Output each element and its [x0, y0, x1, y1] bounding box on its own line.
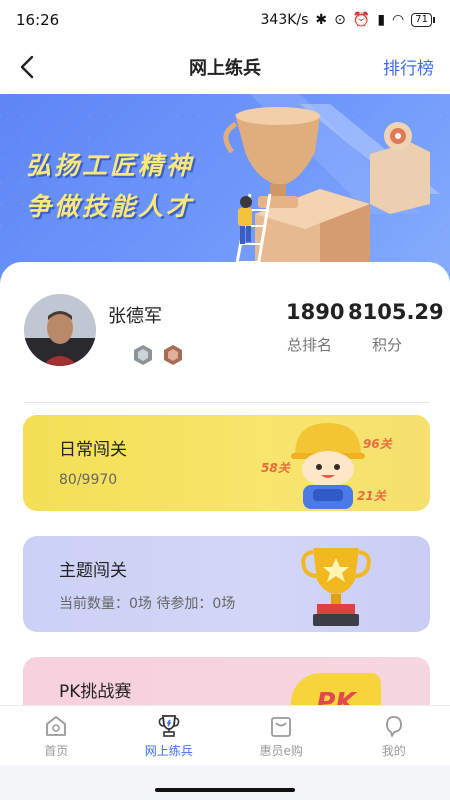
shopping-bag-icon [271, 717, 292, 737]
tab-bar: 首页 网上练兵 惠员e购 我的 [0, 705, 450, 765]
bronze-medal-icon [164, 345, 182, 365]
banner: 弘扬工匠精神 争做技能人才 [0, 94, 450, 284]
theme-challenge-info: 当前数量：0场 待参加：0场 [59, 596, 236, 612]
status-bar: 16:26 343K/s ✱ ⊙ ⏰ ▮ ◠ 71 [0, 0, 450, 40]
tab-shop[interactable]: 惠员e购 [225, 706, 338, 765]
daily-challenge-title: 日常闯关 [59, 440, 127, 460]
network-speed: 343K/s [260, 12, 309, 28]
profile-icon [385, 716, 402, 737]
rank-value: 1890 [286, 300, 345, 324]
trophy-icon [301, 548, 371, 626]
avatar[interactable] [24, 294, 96, 366]
daily-challenge-progress: 80/9970 [59, 472, 118, 488]
nav-bar: 网上练兵 排行榜 [0, 40, 450, 94]
level-marker-96: 96关 [363, 437, 392, 451]
chevron-left-icon [20, 55, 34, 79]
user-name: 张德军 [108, 306, 162, 327]
tab-practice-label: 网上练兵 [144, 744, 193, 758]
rank-label: 总排名 [287, 336, 333, 354]
signal-icon: ▮ [377, 12, 386, 28]
score-label: 积分 [372, 336, 403, 354]
tab-home-label: 首页 [44, 744, 69, 758]
score-value: 8105.29 [348, 300, 444, 324]
theme-challenge-card[interactable]: 主题闯关 当前数量：0场 待参加：0场 [23, 536, 430, 632]
level-marker-58: 58关 [261, 461, 290, 475]
status-time: 16:26 [16, 11, 60, 29]
tab-profile-label: 我的 [381, 744, 406, 758]
divider [24, 402, 430, 403]
back-button[interactable] [12, 52, 42, 82]
toggle-icon: ⊙ [334, 12, 346, 28]
level-marker-21: 21关 [357, 489, 386, 503]
bluetooth-icon: ✱ [315, 12, 328, 28]
home-indicator [155, 788, 295, 792]
status-icons: 343K/s ✱ ⊙ ⏰ ▮ ◠ 71 [260, 12, 435, 28]
wifi-icon: ◠ [392, 12, 405, 28]
trophy-icon [158, 715, 180, 737]
home-icon [46, 716, 67, 736]
theme-challenge-title: 主题闯关 [59, 561, 127, 581]
tab-shop-label: 惠员e购 [259, 744, 303, 758]
silver-medal-icon [134, 345, 152, 365]
page-title: 网上练兵 [189, 58, 261, 79]
alarm-icon: ⏰ [352, 12, 371, 28]
user-photo [24, 294, 96, 366]
main-card: 张德军 1890 总排名 8105.29 积分 日常闯关 80/9970 96关… [0, 262, 450, 753]
battery-icon: 71 [411, 13, 435, 27]
banner-slogan-line2: 争做技能人才 [26, 192, 195, 221]
leaderboard-link[interactable]: 排行榜 [383, 54, 434, 79]
banner-slogan-line1: 弘扬工匠精神 [26, 151, 195, 180]
tab-practice[interactable]: 网上练兵 [113, 706, 226, 765]
tab-home[interactable]: 首页 [0, 706, 113, 765]
daily-challenge-card[interactable]: 日常闯关 80/9970 96关 58关 21关 [23, 415, 430, 511]
pk-challenge-title: PK挑战赛 [59, 682, 132, 702]
tab-profile[interactable]: 我的 [338, 706, 450, 765]
